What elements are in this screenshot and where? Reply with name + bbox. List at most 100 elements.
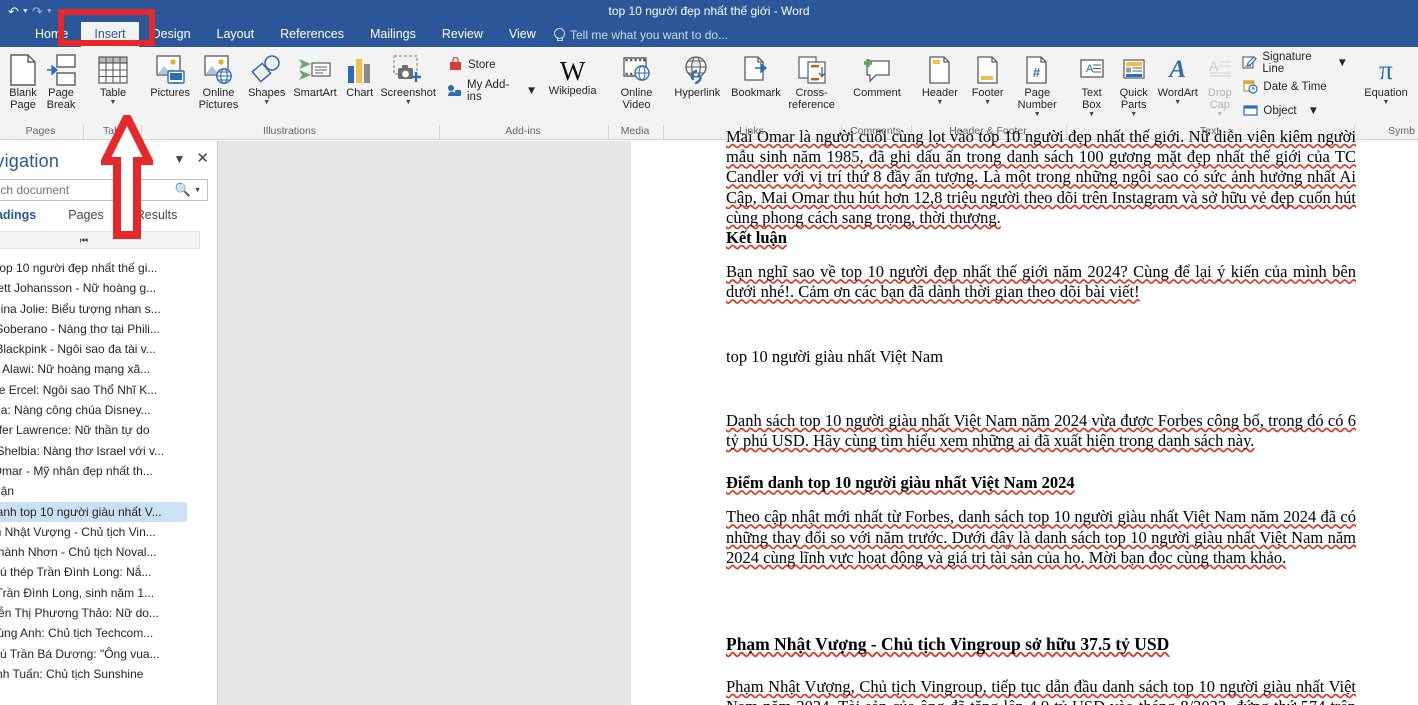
navigation-heading-list[interactable]: diện top 10 người đẹp nhất thế gi...Scar… xyxy=(0,258,187,705)
ribbon-tab-strip: Home Insert Design Layout References Mai… xyxy=(0,22,1418,47)
page-number-button[interactable]: # Page Number ▼ xyxy=(1011,51,1063,119)
tab-references[interactable]: References xyxy=(267,22,357,47)
nav-heading-item[interactable]: ểm danh top 10 người giàu nhất V... xyxy=(0,501,187,522)
close-icon[interactable]: ✕ xyxy=(196,151,209,166)
store-label: Store xyxy=(468,58,496,71)
online-video-label: Online Video xyxy=(620,87,653,111)
text-box-button[interactable]: A Text Box ▼ xyxy=(1071,51,1112,119)
page-number-icon: # xyxy=(1024,53,1050,87)
nav-heading-item[interactable]: Ông Trần Đình Long, sinh năm 1... xyxy=(0,583,187,603)
nav-heading-item[interactable]: Ivana Alawi: Nữ hoàng mạng xã... xyxy=(0,359,187,379)
shapes-label: Shapes xyxy=(248,87,286,99)
screenshot-icon xyxy=(392,53,424,87)
nav-heading-item[interactable]: diện top 10 người đẹp nhất thế gi... xyxy=(0,258,187,278)
header-button[interactable]: Header ▼ xyxy=(916,51,964,107)
signature-line-label: Signature Line xyxy=(1262,50,1312,75)
collapse-all-icon[interactable]: ⏮ xyxy=(0,231,200,249)
nav-heading-item[interactable]: Phạm Nhật Vượng - Chủ tịch Vin... xyxy=(0,522,187,542)
header-dropdown-icon[interactable]: ▼ xyxy=(936,99,943,107)
object-button[interactable]: Object ▼ xyxy=(1239,100,1351,121)
online-pictures-button[interactable]: Online Pictures xyxy=(194,51,242,111)
nav-heading-item[interactable]: Selena: Nàng công chúa Disney... xyxy=(0,400,187,420)
nav-heading-item[interactable]: Scarlett Johansson - Nữ hoàng g... xyxy=(0,278,187,298)
bookmark-button[interactable]: Bookmark xyxy=(727,51,786,99)
smartart-button[interactable]: SmartArt xyxy=(291,51,339,99)
hyperlink-icon xyxy=(681,53,713,87)
new-comment-button[interactable]: Comment xyxy=(846,51,908,99)
screenshot-dropdown-icon[interactable]: ▼ xyxy=(405,99,412,107)
ribbon-group-symbols: π Equation ▼ Symb xyxy=(1355,47,1417,140)
nav-heading-item[interactable]: Tỷ phú thép Trần Đình Long: Nắ... xyxy=(0,562,187,582)
my-addins-dropdown-icon[interactable]: ▼ xyxy=(526,85,537,97)
quick-parts-button[interactable]: Quick Parts ▼ xyxy=(1112,51,1155,119)
blank-page-label: Blank Page xyxy=(9,87,37,111)
chart-button[interactable]: Chart xyxy=(339,51,380,99)
nav-heading-item[interactable]: Bùi Thành Nhơn - Chủ tịch Noval... xyxy=(0,542,187,562)
quick-parts-dropdown-icon[interactable]: ▼ xyxy=(1130,111,1137,119)
footer-dropdown-icon[interactable]: ▼ xyxy=(984,99,991,107)
shapes-button[interactable]: Shapes ▼ xyxy=(243,51,291,107)
tab-mailings[interactable]: Mailings xyxy=(357,22,429,47)
footer-button[interactable]: Footer ▼ xyxy=(964,51,1012,107)
wordart-dropdown-icon[interactable]: ▼ xyxy=(1174,99,1181,107)
equation-dropdown-icon[interactable]: ▼ xyxy=(1383,99,1390,107)
drop-cap-button[interactable]: A Drop Cap ▼ xyxy=(1200,51,1239,119)
nav-heading-item[interactable]: Lisa Blackpink - Ngôi sao đa tài v... xyxy=(0,339,187,359)
drop-cap-label: Drop Cap xyxy=(1207,87,1232,111)
nav-heading-item[interactable]: Hồ Hùng Anh: Chủ tịch Techcom... xyxy=(0,623,187,643)
tell-me-search[interactable]: Tell me what you want to do... xyxy=(553,22,728,47)
nav-heading-item[interactable]: Jennifer Lawrence: Nữ thần tự do xyxy=(0,420,187,440)
signature-line-dropdown-icon[interactable]: ▼ xyxy=(1337,57,1348,69)
nav-heading-item[interactable]: Hande Ercel: Ngôi sao Thổ Nhĩ K... xyxy=(0,380,187,400)
word-application-window: ↶ ▼ ↷ ▼ top 10 người đẹp nhất thế giới -… xyxy=(0,0,1418,705)
shapes-dropdown-icon[interactable]: ▼ xyxy=(263,99,270,107)
my-addins-icon xyxy=(447,83,462,99)
table-dropdown-icon[interactable]: ▼ xyxy=(110,99,117,107)
search-options-icon[interactable]: ▼ xyxy=(194,187,207,194)
window-title: top 10 người đẹp nhất thế giới - Word xyxy=(608,4,810,18)
tab-layout[interactable]: Layout xyxy=(204,22,268,47)
signature-line-button[interactable]: Signature Line ▼ xyxy=(1239,50,1351,75)
nav-heading-item[interactable]: Yael Shelbia: Nàng thơ Israel với v... xyxy=(0,441,187,461)
object-dropdown-icon[interactable]: ▼ xyxy=(1308,105,1319,117)
store-icon xyxy=(447,57,463,73)
tab-view[interactable]: View xyxy=(496,22,549,47)
object-label: Object xyxy=(1263,104,1297,117)
search-icon[interactable]: 🔍 xyxy=(175,182,194,198)
store-button[interactable]: Store xyxy=(444,54,540,75)
nav-heading-item[interactable]: Tỷ phú Trần Bá Dương: "Ông vua... xyxy=(0,644,187,664)
wikipedia-button[interactable]: W Wikipedia xyxy=(540,51,605,97)
nav-heading-item[interactable]: Angelina Jolie: Biểu tượng nhan s... xyxy=(0,299,187,319)
nav-heading-item[interactable]: Mai Omar - Mỹ nhân đẹp nhất th... xyxy=(0,461,187,481)
page-break-button[interactable]: Page Break xyxy=(42,51,80,111)
hyperlink-button[interactable]: Hyperlink xyxy=(668,51,727,99)
tab-review[interactable]: Review xyxy=(429,22,496,47)
table-button[interactable]: Table ▼ xyxy=(90,51,136,107)
nav-heading-item[interactable]: Kết luận xyxy=(0,481,187,501)
page-number-dropdown-icon[interactable]: ▼ xyxy=(1034,111,1041,119)
document-page[interactable]: Mai Omar là người cuối cùng lọt vào top … xyxy=(631,127,1418,705)
wordart-button[interactable]: A WordArt ▼ xyxy=(1155,51,1200,107)
screenshot-label: Screenshot xyxy=(380,87,436,99)
nav-tab-headings[interactable]: Headings xyxy=(0,208,52,222)
tell-me-placeholder: Tell me what you want to do... xyxy=(570,27,729,42)
drop-cap-dropdown-icon[interactable]: ▼ xyxy=(1216,111,1223,119)
blank-page-button[interactable]: Blank Page xyxy=(4,51,42,111)
chevron-down-icon[interactable]: ▼ xyxy=(174,153,186,165)
text-box-dropdown-icon[interactable]: ▼ xyxy=(1088,111,1095,119)
screenshot-button[interactable]: Screenshot ▼ xyxy=(380,51,436,107)
quick-parts-icon xyxy=(1121,53,1147,87)
nav-heading-item[interactable]: Đỗ Anh Tuấn: Chủ tịch Sunshine xyxy=(0,664,187,684)
date-time-label: Date & Time xyxy=(1263,80,1327,93)
doc-paragraph: Phạm Nhật Vượng, Chủ tịch Vingroup, tiếp… xyxy=(726,677,1356,705)
online-video-button[interactable]: Online Video xyxy=(613,51,660,111)
nav-heading-item[interactable]: Liza Soberano - Nàng thơ tại Phili... xyxy=(0,319,187,339)
pictures-button[interactable]: Pictures xyxy=(146,51,194,99)
my-addins-button[interactable]: My Add-ins ▼ xyxy=(444,79,540,103)
date-time-button[interactable]: Date & Time xyxy=(1239,76,1351,97)
header-icon xyxy=(927,53,953,87)
nav-heading-item[interactable]: Nguyễn Thị Phương Thảo: Nữ do... xyxy=(0,603,187,623)
document-body[interactable]: Mai Omar là người cuối cùng lọt vào top … xyxy=(726,127,1356,705)
equation-button[interactable]: π Equation ▼ xyxy=(1359,51,1413,107)
cross-reference-button[interactable]: Cross-reference xyxy=(785,51,838,111)
